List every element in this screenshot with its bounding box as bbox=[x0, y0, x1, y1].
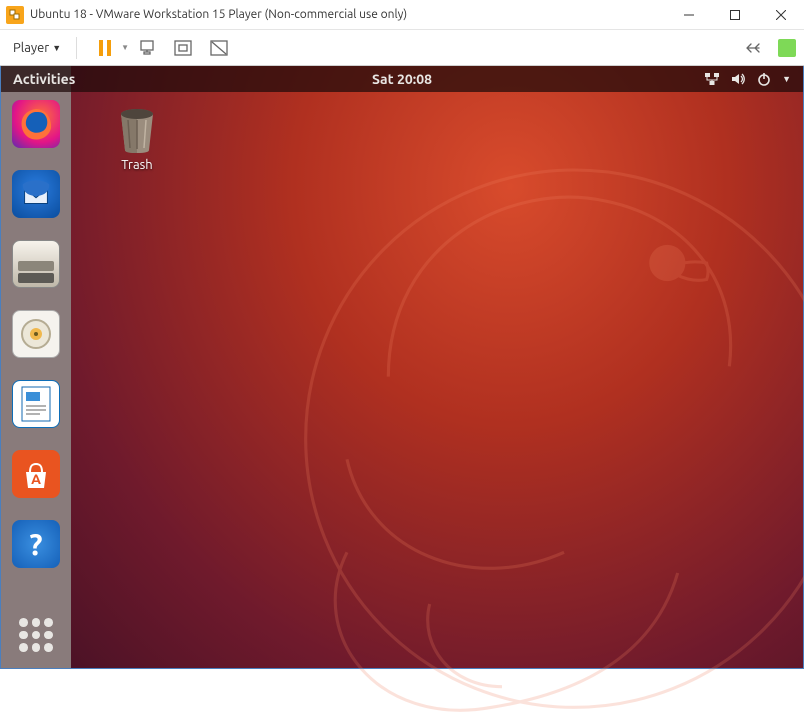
dock-item-files[interactable] bbox=[12, 240, 60, 288]
show-applications-button[interactable] bbox=[19, 618, 53, 652]
network-icon[interactable] bbox=[704, 71, 720, 87]
vmware-toolbar: Player ▼ ▼ bbox=[0, 30, 804, 66]
svg-text:A: A bbox=[31, 471, 41, 487]
dock-item-ubuntu-software[interactable]: A bbox=[12, 450, 60, 498]
trash-can-icon bbox=[113, 106, 161, 154]
player-menu-label: Player bbox=[13, 41, 49, 55]
dock-item-libreoffice-writer[interactable] bbox=[12, 380, 60, 428]
cycle-devices-button[interactable] bbox=[740, 36, 764, 60]
ubuntu-dock: A ? bbox=[1, 66, 71, 668]
send-ctrl-alt-del-button[interactable] bbox=[135, 36, 159, 60]
desktop-wallpaper[interactable]: Trash bbox=[71, 66, 803, 668]
dock-item-rhythmbox[interactable] bbox=[12, 310, 60, 358]
pause-vm-button[interactable] bbox=[93, 36, 117, 60]
dropdown-caret-icon: ▼ bbox=[52, 43, 61, 53]
desktop-icons-area: Trash bbox=[101, 106, 173, 172]
dock-item-help[interactable]: ? bbox=[12, 520, 60, 568]
maximize-button[interactable] bbox=[712, 0, 758, 29]
ubuntu-desktop: A ? bbox=[1, 66, 803, 668]
activities-button[interactable]: Activities bbox=[13, 71, 75, 87]
notes-button[interactable] bbox=[778, 39, 796, 57]
power-icon[interactable] bbox=[756, 71, 772, 87]
trash-icon[interactable]: Trash bbox=[101, 106, 173, 172]
toolbar-separator bbox=[76, 37, 77, 59]
player-menu[interactable]: Player ▼ bbox=[8, 38, 66, 58]
volume-icon[interactable] bbox=[730, 71, 746, 87]
vm-display: A ? bbox=[0, 66, 804, 669]
trash-label: Trash bbox=[121, 158, 152, 172]
pause-dropdown-icon[interactable]: ▼ bbox=[121, 43, 129, 52]
clock[interactable]: Sat 20:08 bbox=[372, 71, 432, 87]
fullscreen-button[interactable] bbox=[171, 36, 195, 60]
windows-titlebar: Ubuntu 18 - VMware Workstation 15 Player… bbox=[0, 0, 804, 30]
system-tray: ▼ bbox=[704, 71, 791, 87]
minimize-button[interactable] bbox=[666, 0, 712, 29]
window-title: Ubuntu 18 - VMware Workstation 15 Player… bbox=[30, 8, 666, 21]
window-controls bbox=[666, 0, 804, 29]
wallpaper-artwork bbox=[223, 108, 804, 728]
ubuntu-topbar: Activities Sat 20:08 ▼ bbox=[1, 66, 803, 92]
close-button[interactable] bbox=[758, 0, 804, 29]
unity-mode-button[interactable] bbox=[207, 36, 231, 60]
dock-item-thunderbird[interactable] bbox=[12, 170, 60, 218]
vmware-app-icon bbox=[6, 6, 24, 24]
dock-item-firefox[interactable] bbox=[12, 100, 60, 148]
system-menu-caret-icon[interactable]: ▼ bbox=[782, 74, 791, 84]
